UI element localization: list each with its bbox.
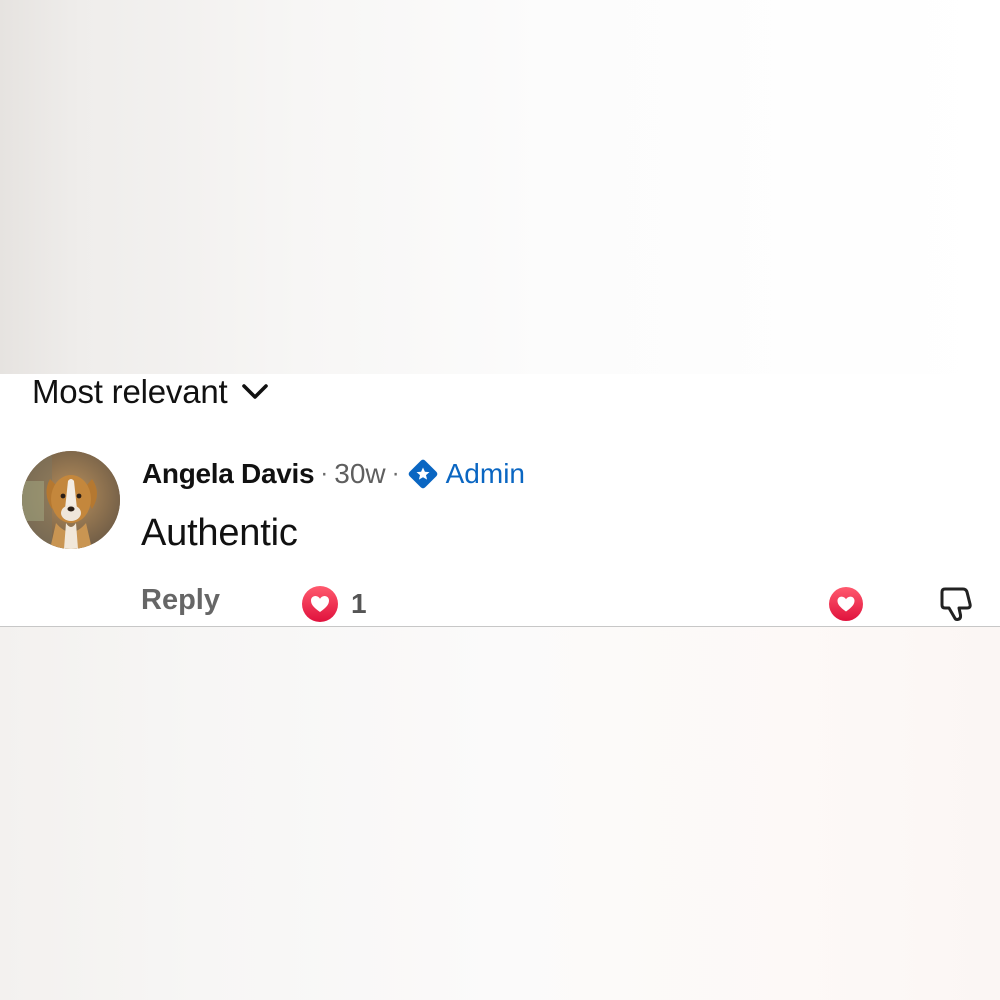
separator-dot: · (391, 460, 400, 487)
background-top (0, 0, 1000, 374)
chevron-down-icon (242, 384, 269, 399)
dog-avatar-image (22, 451, 120, 549)
thumbs-down-icon[interactable] (936, 584, 974, 624)
background-bottom (0, 627, 1000, 1000)
sort-dropdown[interactable]: Most relevant (32, 373, 269, 410)
author-name[interactable]: Angela Davis (142, 458, 315, 490)
comment-timestamp[interactable]: 30w (334, 458, 385, 490)
comment-text: Authentic (141, 512, 298, 554)
sort-label: Most relevant (32, 373, 228, 410)
separator-dot: · (320, 460, 329, 487)
reaction-summary[interactable]: 1 (301, 584, 367, 624)
admin-badge-label: Admin (445, 458, 525, 489)
reply-button[interactable]: Reply (141, 584, 220, 617)
heart-icon (302, 586, 338, 622)
comment-meta: Angela Davis · 30w · Admin (142, 455, 525, 493)
admin-badge-icon (408, 459, 437, 489)
reaction-count: 1 (351, 588, 367, 619)
love-react-button[interactable] (828, 586, 864, 622)
avatar[interactable] (22, 451, 120, 549)
